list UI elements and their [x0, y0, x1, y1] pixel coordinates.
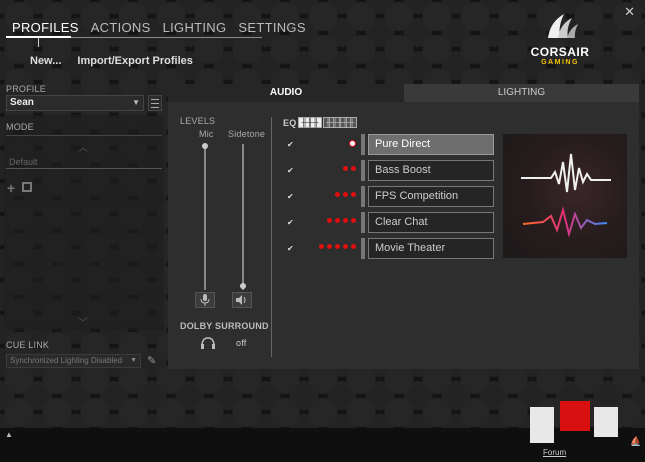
top-nav: PROFILES ACTIONS LIGHTING SETTINGS [6, 18, 312, 37]
tab-settings[interactable]: SETTINGS [232, 18, 311, 37]
tab-lighting[interactable]: LIGHTING [157, 18, 233, 37]
cue-link-select[interactable]: Synchronized Lighting Disabled ▼ [6, 354, 141, 368]
eq-level-dot [343, 244, 348, 249]
chevron-up-icon[interactable]: ︿ [78, 139, 88, 154]
profile-label: PROFILE [6, 84, 46, 94]
eq-level-dot [335, 218, 340, 223]
eq-level-dot [319, 244, 324, 249]
expand-up-icon[interactable]: ▲ [5, 430, 13, 439]
eq-preset-button[interactable]: Clear Chat [368, 212, 494, 233]
plus-icon[interactable]: + [7, 180, 15, 196]
eq-level-dot [343, 218, 348, 223]
corsair-mini-icon: ⛵ [630, 436, 642, 446]
eq-preset-checkbox[interactable]: ✔ [287, 141, 295, 149]
menu-icon[interactable] [148, 95, 162, 111]
logo-sub: GAMING [541, 59, 579, 66]
pencil-icon[interactable]: ✎ [147, 354, 156, 367]
eq-preset-marker [361, 160, 365, 181]
eq-advanced-icon[interactable]: ╫╫╫╫╫ [323, 117, 357, 128]
mic-slider-track[interactable] [204, 144, 206, 290]
mic-icon [200, 294, 210, 306]
eq-level-dot [327, 244, 332, 249]
profile-selected-value: Sean [10, 97, 34, 108]
eq-sliders-icon[interactable]: ╫╫╫ [298, 117, 322, 128]
dolby-toggle[interactable] [200, 336, 216, 354]
eq-preset-checkbox[interactable]: ✔ [287, 193, 295, 201]
eq-preset-level [324, 218, 356, 223]
copy-icon[interactable] [22, 182, 32, 192]
tab-audio[interactable]: AUDIO [168, 84, 404, 102]
mode-default-underline [6, 168, 162, 169]
eq-level-dot [351, 192, 356, 197]
profile-select[interactable]: Sean ▼ [6, 95, 144, 111]
mode-divider [6, 135, 162, 136]
tab-device-lighting[interactable]: LIGHTING [404, 84, 639, 102]
eq-level-dot [351, 218, 356, 223]
sidetone-button[interactable] [232, 292, 252, 308]
mic-mute-button[interactable] [195, 292, 215, 308]
corsair-logo: CORSAIR GAMING [522, 12, 598, 72]
mic-slider-knob[interactable] [202, 143, 208, 149]
cue-link-label: CUE LINK [6, 340, 50, 350]
nav-pointer [38, 38, 39, 47]
dolby-label: DOLBY SURROUND [180, 321, 269, 331]
eq-preset-marker [361, 186, 365, 207]
profile-actions: New... Import/Export Profiles [30, 55, 193, 67]
mic-label: Mic [199, 129, 214, 139]
sidetone-slider-track[interactable] [242, 144, 244, 290]
tab-actions[interactable]: ACTIONS [85, 18, 157, 37]
eq-preset-button[interactable]: FPS Competition [368, 186, 494, 207]
eq-preset-marker [361, 212, 365, 233]
audio-visualizer [503, 134, 627, 258]
mode-label: MODE [6, 122, 34, 132]
eq-level-dot [335, 244, 340, 249]
dolby-state: off [236, 338, 247, 348]
headphones-icon [201, 337, 215, 349]
logo-brand: CORSAIR [530, 45, 590, 59]
eq-level-dot [343, 166, 348, 171]
eq-preset-button[interactable]: Movie Theater [368, 238, 494, 259]
speaker-icon [236, 295, 246, 305]
chevron-down-icon: ▼ [130, 357, 137, 364]
eq-preset-checkbox[interactable]: ✔ [287, 167, 295, 175]
corsair-sails-icon [548, 14, 578, 38]
eq-preset-button[interactable]: Bass Boost [368, 160, 494, 181]
cue-link-value: Synchronized Lighting Disabled [10, 356, 123, 365]
sound-wave-icon [521, 153, 611, 238]
tab-profiles[interactable]: PROFILES [6, 18, 85, 37]
eq-preset-checkbox[interactable]: ✔ [287, 219, 295, 227]
eq-preset-level [349, 140, 356, 147]
mode-default-item[interactable]: Default [9, 157, 38, 167]
eq-level-dot [351, 166, 356, 171]
sidetone-label: Sidetone [228, 129, 266, 139]
forum-link[interactable]: Forum [543, 448, 566, 457]
chevron-down-icon: ▼ [132, 98, 140, 107]
levels-label: LEVELS [180, 116, 216, 126]
eq-preset-button[interactable]: Pure Direct [368, 134, 494, 155]
eq-preset-marker [361, 134, 365, 155]
eq-level-dot [349, 140, 356, 147]
eq-preset-marker [361, 238, 365, 259]
watermark-logo [530, 401, 618, 443]
chevron-down-scroll-icon[interactable]: ﹀ [78, 314, 88, 329]
new-profile-button[interactable]: New... [30, 55, 61, 67]
levels-eq-divider [271, 117, 272, 357]
eq-level-dot [343, 192, 348, 197]
eq-preset-checkbox[interactable]: ✔ [287, 245, 295, 253]
eq-preset-level [340, 166, 356, 171]
import-export-button[interactable]: Import/Export Profiles [77, 55, 193, 67]
close-icon[interactable]: ✕ [624, 4, 635, 20]
eq-label: EQ [283, 118, 297, 128]
sidetone-slider-knob[interactable] [240, 283, 246, 289]
eq-level-dot [351, 244, 356, 249]
eq-level-dot [327, 218, 332, 223]
eq-level-dot [335, 192, 340, 197]
eq-preset-level [332, 192, 356, 197]
eq-preset-level [316, 244, 356, 249]
